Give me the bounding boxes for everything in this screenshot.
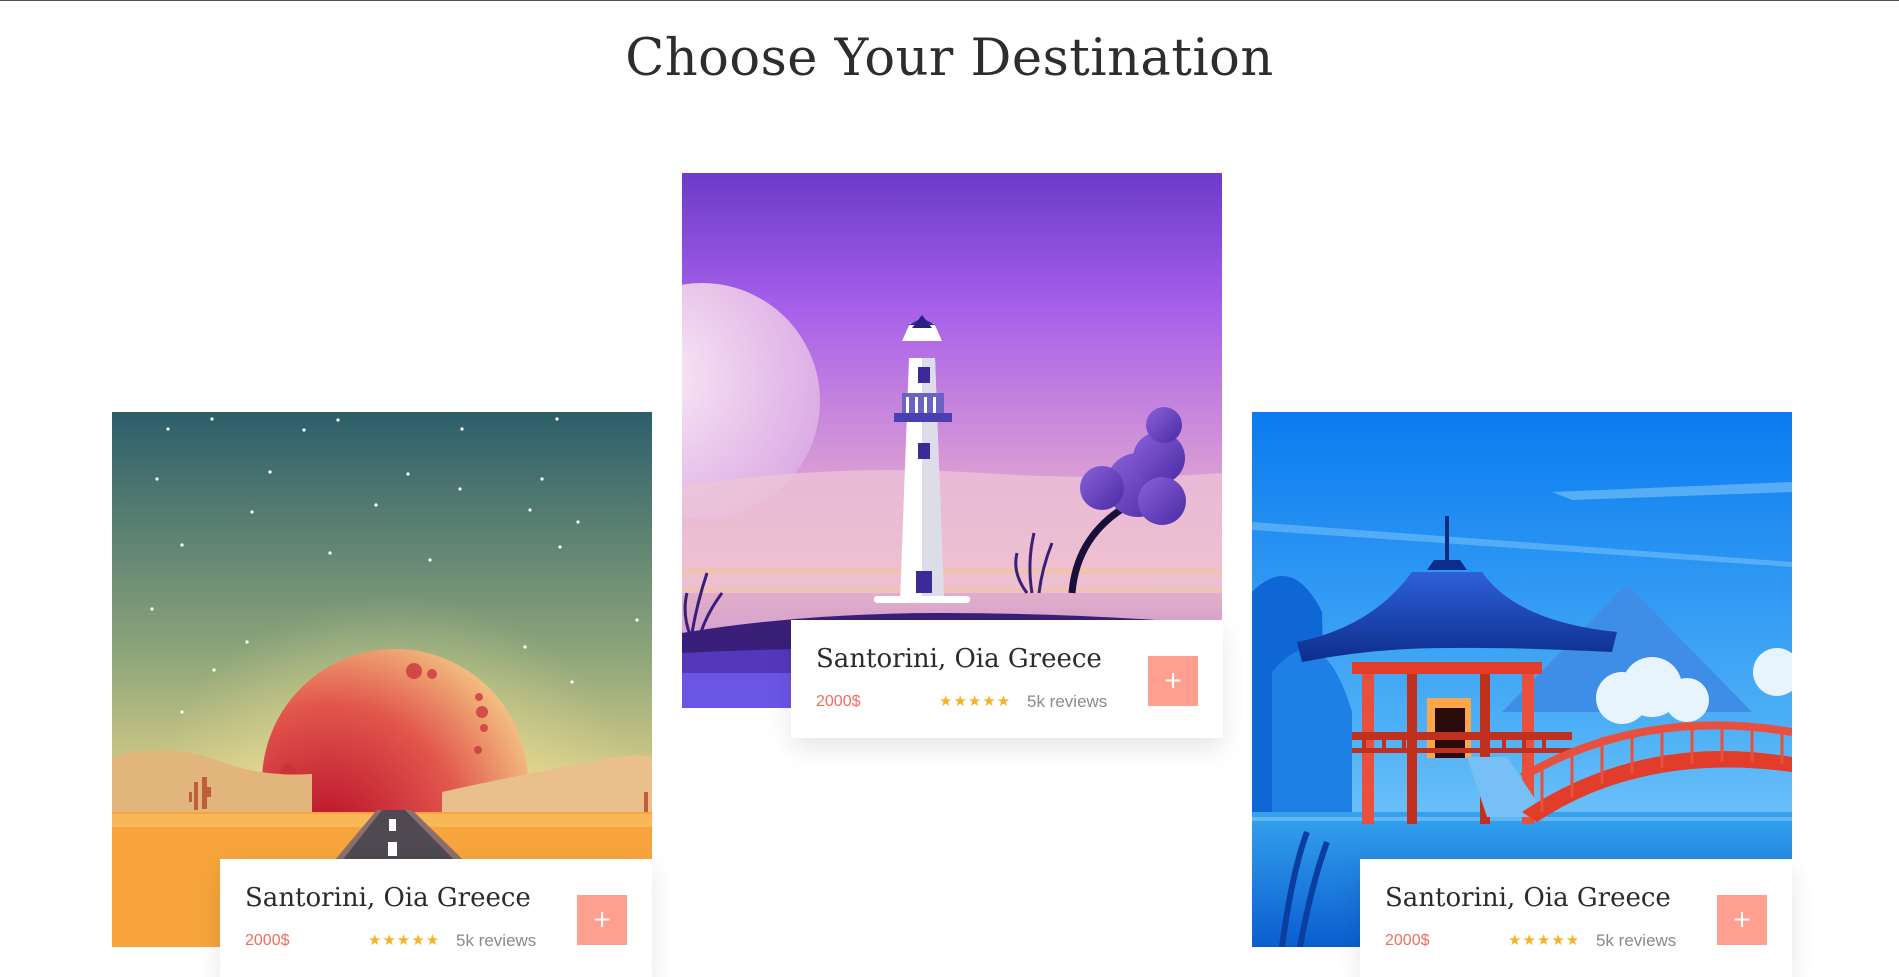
card-info-panel-3: Santorini, Oia Greece + 2000$ ★★★★★ 5k r… <box>1360 859 1792 977</box>
star-rating-icon: ★★★★★ <box>1508 931 1581 949</box>
card-price: 2000$ <box>245 932 290 949</box>
add-button[interactable]: + <box>1717 895 1767 945</box>
page-title: Choose Your Destination <box>625 29 1274 88</box>
card-info-panel-1: Santorini, Oia Greece + 2000$ ★★★★★ 5k r… <box>220 859 652 977</box>
card-title: Santorini, Oia Greece <box>816 644 1102 674</box>
add-button[interactable]: + <box>1148 656 1198 706</box>
add-button[interactable]: + <box>577 895 627 945</box>
review-count: 5k reviews <box>1596 931 1677 950</box>
star-rating-icon: ★★★★★ <box>368 931 441 949</box>
star-rating-icon: ★★★★★ <box>939 692 1012 710</box>
review-count: 5k reviews <box>1027 692 1108 711</box>
card-title: Santorini, Oia Greece <box>1385 883 1671 913</box>
card-info-panel-2: Santorini, Oia Greece + 2000$ ★★★★★ 5k r… <box>791 620 1223 738</box>
review-count: 5k reviews <box>456 931 537 950</box>
card-price: 2000$ <box>1385 932 1430 949</box>
card-title: Santorini, Oia Greece <box>245 883 531 913</box>
card-price: 2000$ <box>816 693 861 710</box>
